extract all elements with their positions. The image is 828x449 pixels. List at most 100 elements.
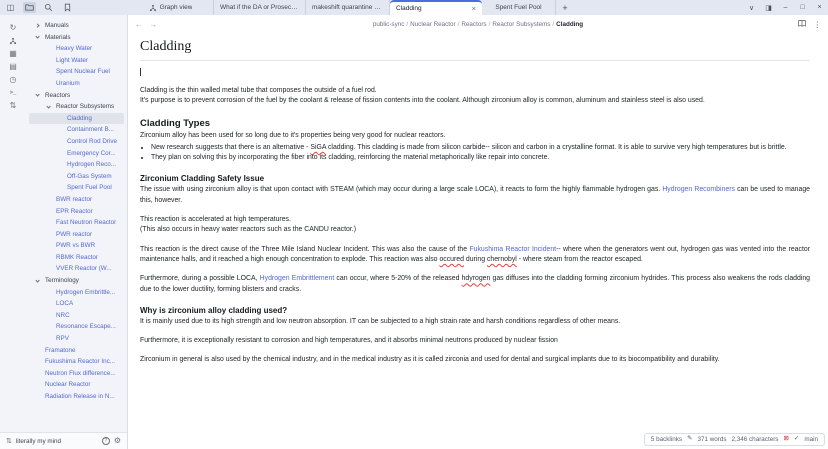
note-title: Cladding	[140, 39, 810, 61]
tab-what-if-the-da-or-prosecutor-i[interactable]: What if the DA or Prosecutor i...	[214, 0, 306, 15]
tree-item-label: Emergency Cor...	[67, 150, 116, 157]
chevron-down-icon	[46, 104, 51, 109]
tree-item-resonance-escape[interactable]: Resonance Escape...	[29, 321, 124, 333]
settings-gear-icon[interactable]: ⚙	[114, 437, 121, 445]
tree-item-label: LOCA	[56, 300, 73, 307]
text-run: (This also occurs in heavy water reactor…	[140, 226, 356, 233]
editor[interactable]: CladdingCladding is the thin walled meta…	[128, 33, 828, 449]
tree-item-fast-neutron-reactor[interactable]: Fast Neutron Reactor	[29, 217, 124, 229]
tree-item-label: Uranium	[56, 80, 80, 87]
tree-item-hydrogen-reco[interactable]: Hydrogen Reco...	[29, 159, 124, 171]
tree-item-loca[interactable]: LOCA	[29, 298, 124, 310]
tab-makeshift-quarantine-options[interactable]: makeshift quarantine options	[306, 0, 390, 15]
tab-spent-fuel-pool[interactable]: Spent Fuel Pool	[482, 0, 556, 15]
bookmark-icon[interactable]	[61, 2, 74, 13]
internal-link[interactable]: Hydrogen Recombiners	[662, 186, 735, 193]
text-run: Furthermore, during a possible LOCA,	[140, 275, 260, 282]
tree-item-rbmk-reactor[interactable]: RBMK Reactor	[29, 252, 124, 264]
edit-indicator-icon[interactable]: ✎	[687, 436, 692, 443]
tab-cladding[interactable]: Cladding×	[390, 0, 482, 15]
tab-list-chevron-icon[interactable]: ∨	[743, 0, 760, 15]
tab-close-icon[interactable]: ×	[469, 4, 476, 13]
tree-item-pwr-vs-bwr[interactable]: PWR vs BWR	[29, 240, 124, 252]
history-icon[interactable]: ◷	[10, 75, 17, 84]
check-icon[interactable]: ✓	[794, 436, 799, 443]
calendar-icon[interactable]: ▤	[9, 62, 17, 71]
tree-item-label: PWR reactor	[56, 231, 92, 238]
split-layout-icon[interactable]: ◨	[760, 0, 777, 15]
tree-item-radiation-release-in-n[interactable]: Radiation Release in N...	[29, 391, 124, 403]
new-tab-button[interactable]: +	[556, 0, 574, 15]
terminal-icon[interactable]: >_	[10, 88, 17, 97]
paragraph: Furthermore, it is exceptionally resista…	[140, 336, 810, 346]
vault-switcher-icon[interactable]: ⇅	[6, 437, 12, 445]
graph-icon[interactable]	[9, 36, 17, 45]
vault-name[interactable]: literally my mind	[16, 438, 61, 445]
sync-error-icon[interactable]: ⊠	[783, 436, 788, 443]
section-heading: Cladding Types	[140, 118, 810, 129]
tree-item-bwr-reactor[interactable]: BWR reactor	[29, 194, 124, 206]
sidebar-toggle-icon[interactable]: ◫	[4, 2, 17, 13]
breadcrumb-separator: /	[406, 21, 408, 28]
breadcrumb-item[interactable]: Reactors	[461, 21, 486, 28]
tree-item-light-water[interactable]: Light Water	[29, 55, 124, 67]
back-arrow-icon[interactable]: ←	[135, 20, 143, 29]
bullet-list: New research suggests that there is an a…	[140, 143, 810, 164]
internal-link[interactable]: Fukushima Reactor Incident	[469, 246, 556, 253]
breadcrumb-separator: /	[552, 21, 554, 28]
tree-item-epr-reactor[interactable]: EPR Reactor	[29, 206, 124, 218]
text-caret	[140, 68, 141, 76]
maximize-button[interactable]: □	[794, 0, 811, 15]
tree-item-nuclear-reactor[interactable]: Nuclear Reactor	[29, 379, 124, 391]
paragraph: Furthermore, during a possible LOCA, Hyd…	[140, 274, 810, 295]
tree-item-hydrogen-embrittle[interactable]: Hydrogen Embrittle...	[29, 287, 124, 299]
tree-item-terminology[interactable]: Terminology	[29, 275, 124, 287]
tree-item-reactor-subsystems[interactable]: Reactor Subsystems	[29, 101, 124, 113]
folder-icon[interactable]	[23, 2, 36, 13]
tree-item-reactors[interactable]: Reactors	[29, 90, 124, 102]
tree-item-fukushima-reactor-inc[interactable]: Fukushima Reactor Inc...	[29, 356, 124, 368]
help-icon[interactable]: ?	[102, 437, 110, 445]
tree-item-label: Fast Neutron Reactor	[56, 219, 116, 226]
tree-item-uranium[interactable]: Uranium	[29, 78, 124, 90]
tree-item-off-gas-system[interactable]: Off-Gas System	[29, 171, 124, 183]
tab-graph-view[interactable]: Graph view	[128, 0, 214, 15]
tree-item-label: Hydrogen Reco...	[67, 161, 116, 168]
breadcrumb-item[interactable]: Nuclear Reactor	[410, 21, 456, 28]
sync-icon[interactable]: ↻	[10, 23, 17, 32]
internal-link[interactable]: Hydrogen Embrittlement	[260, 275, 335, 282]
tree-item-label: Spent Fuel Pool	[67, 184, 112, 191]
tree-item-control-rod-drive[interactable]: Control Rod Drive	[29, 136, 124, 148]
breadcrumb-item[interactable]: Reactor Subsystems	[492, 21, 550, 28]
tree-item-emergency-cor[interactable]: Emergency Cor...	[29, 148, 124, 160]
tree-item-nrc[interactable]: NRC	[29, 310, 124, 322]
tree-item-materials[interactable]: Materials	[29, 32, 124, 44]
tree-item-rpv[interactable]: RPV	[29, 333, 124, 345]
tree-item-spent-nuclear-fuel[interactable]: Spent Nuclear Fuel	[29, 66, 124, 78]
tree-item-framatone[interactable]: Framatone	[29, 345, 124, 357]
reading-view-icon[interactable]	[797, 19, 807, 30]
empty-line[interactable]	[140, 66, 810, 77]
search-icon[interactable]	[42, 2, 55, 13]
breadcrumb-item[interactable]: Cladding	[556, 21, 583, 28]
minimize-button[interactable]: –	[777, 0, 794, 15]
more-options-icon[interactable]: ⋮	[814, 20, 822, 29]
tree-item-vver-reactor-w[interactable]: VVER Reactor (W...	[29, 263, 124, 275]
tree-item-neutron-flux-difference[interactable]: Neutron Flux difference...	[29, 368, 124, 380]
tree-item-label: Light Water	[56, 57, 88, 64]
tree-item-heavy-water[interactable]: Heavy Water	[29, 43, 124, 55]
main-pane: ← → public-sync / Nuclear Reactor / Reac…	[128, 15, 828, 449]
canvas-icon[interactable]: ▦	[9, 49, 17, 58]
tree-item-manuals[interactable]: Manuals	[29, 20, 124, 32]
tree-item-label: Control Rod Drive	[67, 138, 117, 145]
tree-item-cladding[interactable]: Cladding	[29, 113, 124, 125]
breadcrumb-item[interactable]: public-sync	[373, 21, 405, 28]
tree-item-label: Framatone	[45, 347, 75, 354]
close-button[interactable]: ×	[811, 0, 828, 15]
tree-item-containment-b[interactable]: Containment B...	[29, 124, 124, 136]
text-run: The issue with using zirconium alloy is …	[140, 186, 662, 193]
tree-item-spent-fuel-pool[interactable]: Spent Fuel Pool	[29, 182, 124, 194]
switcher-icon[interactable]: ⇅	[10, 101, 17, 110]
tree-item-pwr-reactor[interactable]: PWR reactor	[29, 229, 124, 241]
forward-arrow-icon[interactable]: →	[150, 20, 158, 29]
